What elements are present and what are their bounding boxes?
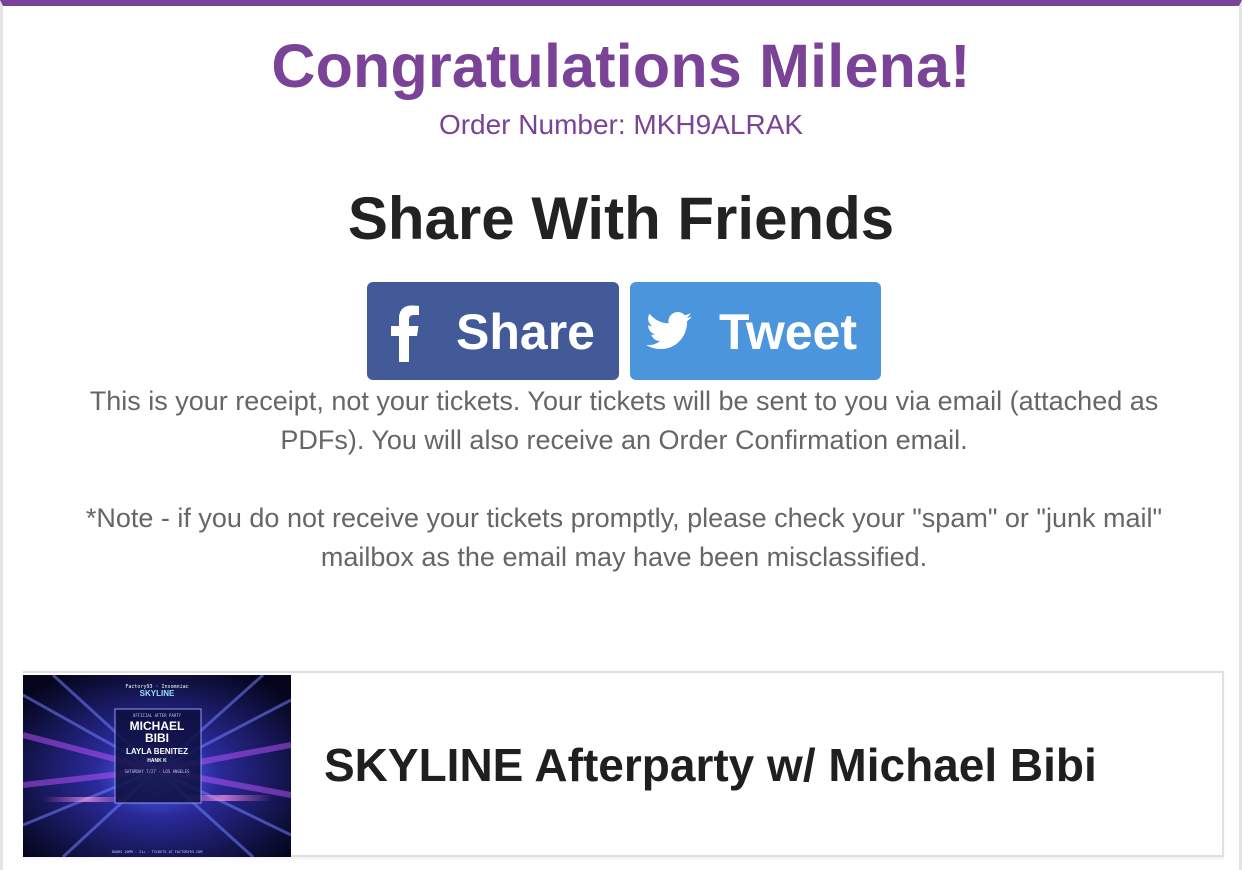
flyer-date: SATURDAY 7/27 · LOS ANGELES [124,769,190,774]
flyer-series: SKYLINE [140,689,175,698]
receipt-container: Congratulations Milena! Order Number: MK… [0,0,1242,870]
flyer-support: LAYLA BENITEZ [126,747,188,756]
facebook-share-label: Share [456,304,595,360]
event-flyer-image: Factory93 · Insomniac SKYLINE OFFICIAL A… [23,675,291,857]
facebook-share-button[interactable]: Share [367,282,619,380]
spam-note: *Note - if you do not receive your ticke… [85,503,1163,572]
twitter-bird-icon [646,312,692,350]
event-card[interactable]: Factory93 · Insomniac SKYLINE OFFICIAL A… [23,671,1224,857]
receipt-note: This is your receipt, not your tickets. … [89,386,1159,455]
congratulations-heading: Congratulations Milena! [271,32,971,100]
flyer-footer: DOORS 10PM · 21+ · TICKETS AT FACTORY93.… [112,850,203,854]
event-title[interactable]: SKYLINE Afterparty w/ Michael Bibi [324,737,1097,793]
flyer-tagline: OFFICIAL AFTER PARTY [133,713,182,718]
twitter-tweet-button[interactable]: Tweet [630,282,881,380]
flyer-headliner-last: BIBI [145,731,169,745]
twitter-tweet-label: Tweet [719,304,857,360]
share-heading: Share With Friends [347,185,895,252]
order-number: Order Number: MKH9ALRAK [438,109,804,140]
flyer-artwork: Factory93 · Insomniac SKYLINE OFFICIAL A… [23,675,291,857]
flyer-support-second: HANK K [147,758,167,764]
facebook-f-icon [391,305,419,362]
